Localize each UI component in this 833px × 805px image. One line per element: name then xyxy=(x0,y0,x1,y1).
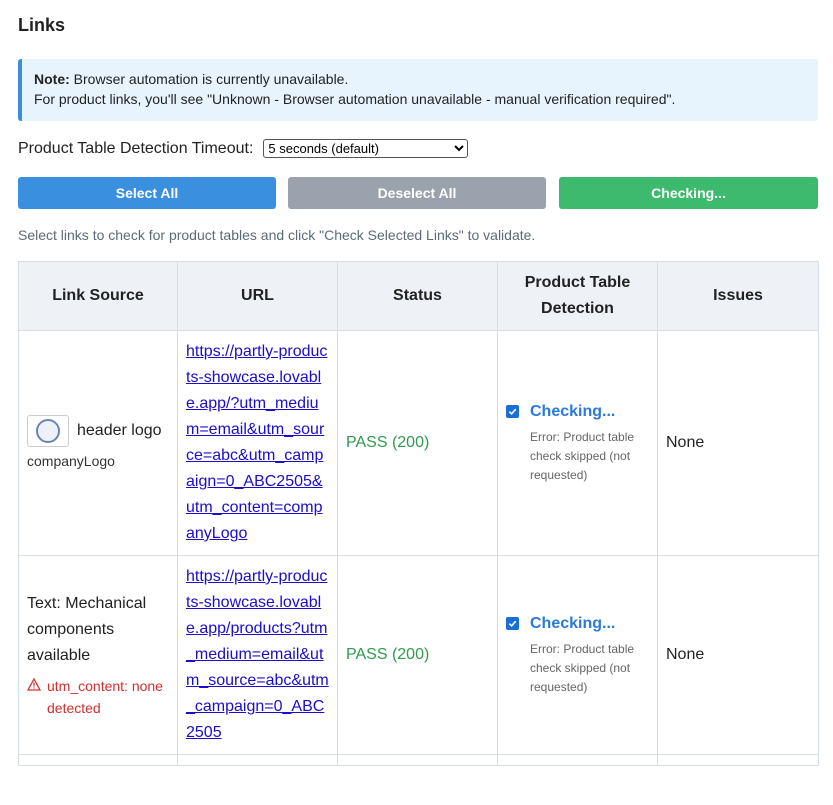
utm-warning: utm_content: none detected xyxy=(26,675,169,719)
check-links-button[interactable]: Checking... xyxy=(559,177,818,209)
status-pass: PASS (200) xyxy=(346,434,430,451)
timeout-row: Product Table Detection Timeout: 5 secon… xyxy=(18,139,469,158)
links-table: Link Source URL Status Product Table Det… xyxy=(18,261,819,766)
page-title: Links xyxy=(18,15,66,35)
select-all-button[interactable]: Select All xyxy=(18,177,276,209)
note-line-2: For product links, you'll see "Unknown -… xyxy=(34,91,676,107)
header-status: Status xyxy=(337,261,498,331)
detect-status: Checking... xyxy=(530,402,616,420)
checkmark-icon xyxy=(508,408,517,415)
link-source-cell: Text: Mechanical components available ut… xyxy=(18,555,178,755)
link-url[interactable]: https://partly-products-showcase.lovable… xyxy=(186,343,327,542)
warning-icon xyxy=(26,675,43,719)
company-logo-image xyxy=(27,415,69,447)
empty-cell xyxy=(657,754,819,766)
status-pass: PASS (200) xyxy=(346,646,430,663)
link-source-sub: companyLogo xyxy=(27,453,115,469)
link-source-text: Text: Mechanical components available xyxy=(27,595,147,664)
note-label: Note: xyxy=(34,71,70,87)
detect-error: Error: Product table check skipped (not … xyxy=(530,641,635,694)
empty-cell xyxy=(337,754,498,766)
timeout-label: Product Table Detection Timeout: xyxy=(18,139,254,157)
detect-status: Checking... xyxy=(530,614,616,632)
table-row xyxy=(18,754,819,766)
table-header-row: Link Source URL Status Product Table Det… xyxy=(18,261,819,331)
utm-warning-text: utm_content: none detected xyxy=(47,678,163,716)
empty-cell xyxy=(497,754,658,766)
link-url[interactable]: https://partly-products-showcase.lovable… xyxy=(186,568,329,741)
detection-cell: Checking... Error: Product table check s… xyxy=(497,555,658,755)
link-source-cell: header logo companyLogo xyxy=(18,330,178,556)
url-cell: https://partly-products-showcase.lovable… xyxy=(177,555,338,755)
empty-cell xyxy=(18,754,178,766)
note-line-1: Browser automation is currently unavaila… xyxy=(73,71,349,87)
detect-error: Error: Product table check skipped (not … xyxy=(530,429,635,482)
header-link-source: Link Source xyxy=(18,261,178,331)
timeout-select[interactable]: 5 seconds (default) xyxy=(263,139,469,158)
issues-cell: None xyxy=(657,330,819,556)
status-cell: PASS (200) xyxy=(337,330,498,556)
status-cell: PASS (200) xyxy=(337,555,498,755)
link-source-text: header logo xyxy=(77,422,162,439)
url-cell: https://partly-products-showcase.lovable… xyxy=(177,330,338,556)
table-row: Text: Mechanical components available ut… xyxy=(18,555,819,755)
deselect-all-button[interactable]: Deselect All xyxy=(288,177,546,209)
checkmark-icon xyxy=(508,620,517,627)
header-url: URL xyxy=(177,261,338,331)
empty-cell xyxy=(177,754,338,766)
header-product-table-detection: Product Table Detection xyxy=(497,261,658,331)
instruction-hint: Select links to check for product tables… xyxy=(18,227,536,243)
header-issues: Issues xyxy=(657,261,819,331)
detection-cell: Checking... Error: Product table check s… xyxy=(497,330,658,556)
detect-checkbox[interactable] xyxy=(506,616,519,630)
issues-cell: None xyxy=(657,555,819,755)
detect-checkbox[interactable] xyxy=(506,404,519,418)
table-row: header logo companyLogo https://partly-p… xyxy=(18,330,819,556)
info-note: Note: Browser automation is currently un… xyxy=(18,59,818,121)
